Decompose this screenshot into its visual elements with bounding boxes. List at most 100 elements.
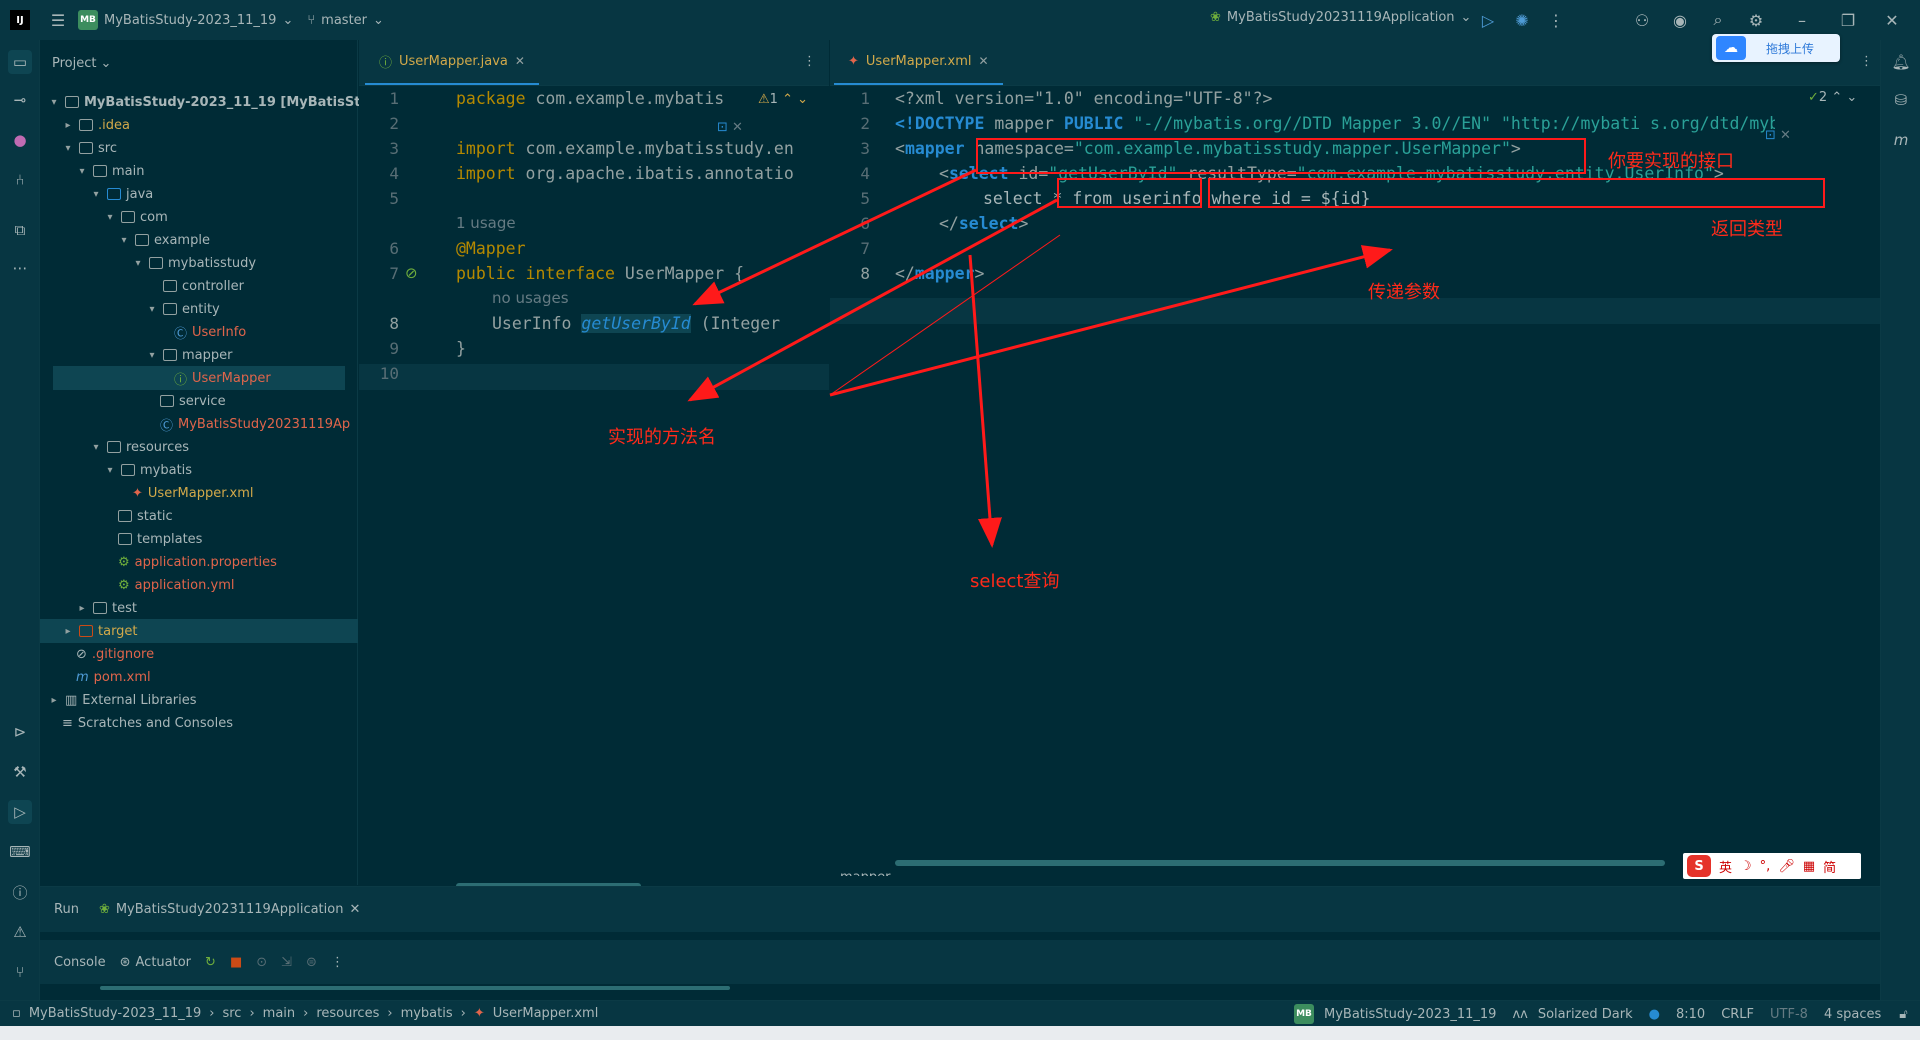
- tree-row[interactable]: controller: [146, 274, 244, 298]
- warning-icon[interactable]: ⚠1 ⌃ ⌄: [758, 92, 808, 107]
- status-indent[interactable]: 4 spaces: [1824, 1007, 1881, 1022]
- moon-icon[interactable]: ☽: [1740, 859, 1752, 874]
- build-icon[interactable]: ⚒: [8, 760, 32, 784]
- tree-row[interactable]: ▾ entity: [146, 297, 219, 321]
- add-user-icon[interactable]: ⚇: [1628, 6, 1656, 34]
- ime-toolbar[interactable]: S 英 ☽ °, 🎤︎ ▦ 简: [1683, 853, 1861, 879]
- tree-row[interactable]: ▾ mybatisstudy: [132, 251, 256, 275]
- breadcrumb-item[interactable]: resources: [316, 1006, 379, 1021]
- breadcrumb-item[interactable]: mybatis: [401, 1006, 453, 1021]
- tree-row[interactable]: templates: [118, 527, 202, 551]
- tree-row[interactable]: ▸ test: [76, 596, 136, 620]
- stop-icon[interactable]: ■: [230, 955, 242, 970]
- tree-row[interactable]: ▾ mapper: [146, 343, 232, 367]
- run-config-selector[interactable]: ❀ MyBatisStudy20231119Application ⌄: [1210, 10, 1471, 25]
- search-icon[interactable]: ⌕: [1704, 6, 1732, 34]
- punctuation-icon[interactable]: °,: [1760, 859, 1771, 874]
- tree-row[interactable]: ▾ MyBatisStudy-2023_11_19 [MyBatisStudy]…: [48, 90, 408, 114]
- database-icon[interactable]: ⛁: [1889, 88, 1913, 112]
- tree-row[interactable]: ⚙ application.yml: [118, 573, 234, 597]
- tree-row[interactable]: ▸ target: [40, 619, 358, 643]
- warning-icon[interactable]: ⚠: [8, 920, 32, 944]
- tree-row[interactable]: m pom.xml: [76, 665, 151, 689]
- tree-row[interactable]: ✦ UserMapper.xml: [132, 481, 253, 505]
- minimize-icon[interactable]: –: [1788, 6, 1816, 34]
- tree-row[interactable]: ▾ com: [104, 205, 167, 229]
- java-editor[interactable]: 1 2 3 4 5 6 7 8 9 10 ⊘ package com.examp…: [359, 86, 829, 886]
- plugin-icon[interactable]: ●: [8, 128, 32, 152]
- tree-row[interactable]: ▾ resources: [90, 435, 189, 459]
- tree-row[interactable]: ▾ java: [90, 182, 153, 206]
- tree-row[interactable]: ▸ ▥ External Libraries: [48, 688, 196, 712]
- project-switcher[interactable]: MB MyBatisStudy-2023_11_19 ⌄: [78, 10, 293, 30]
- console-scrollbar[interactable]: [100, 986, 730, 990]
- more-tools-icon[interactable]: ⋯: [8, 256, 32, 280]
- tree-row[interactable]: Ⓒ UserInfo: [174, 320, 246, 344]
- pull-requests-icon[interactable]: ⑃: [8, 168, 32, 192]
- upload-widget[interactable]: ☁ 拖拽上传: [1712, 34, 1840, 62]
- restore-icon[interactable]: ❐: [1834, 6, 1862, 34]
- hamburger-menu-icon[interactable]: ☰: [44, 6, 72, 34]
- usage-inlay[interactable]: 1 usage: [456, 214, 516, 232]
- status-position[interactable]: 8:10: [1676, 1007, 1705, 1022]
- check-icon[interactable]: ✓2 ⌃ ⌄: [1808, 90, 1857, 105]
- filter-icon[interactable]: ⊜: [306, 955, 317, 970]
- breadcrumb-item[interactable]: MyBatisStudy-2023_11_19: [29, 1006, 201, 1021]
- tab-usermapper-java[interactable]: ⓘ UserMapper.java ✕: [365, 39, 539, 85]
- more-tabs-icon[interactable]: ⋮: [803, 54, 816, 69]
- tab-usermapper-xml[interactable]: ✦ UserMapper.xml ✕: [834, 39, 1003, 85]
- microphone-icon[interactable]: 🎤︎: [1778, 859, 1795, 874]
- commit-icon[interactable]: ⊸: [8, 88, 32, 112]
- close-tab-icon[interactable]: ✕: [978, 54, 988, 68]
- console-tab[interactable]: Console: [54, 955, 106, 970]
- debug-icon[interactable]: ✺: [1508, 6, 1536, 34]
- status-dot-icon[interactable]: ●: [1649, 1007, 1660, 1022]
- tree-row[interactable]: ▾ src: [62, 136, 117, 160]
- gear-icon[interactable]: ⚙: [1742, 6, 1770, 34]
- tree-row[interactable]: ≡ Scratches and Consoles: [62, 711, 233, 735]
- tree-row[interactable]: static: [118, 504, 173, 528]
- status-line-sep[interactable]: CRLF: [1721, 1007, 1754, 1022]
- more-tabs-icon[interactable]: ⋮: [1860, 54, 1873, 69]
- screenshot-icon[interactable]: ⊙: [256, 955, 267, 970]
- status-project[interactable]: MyBatisStudy-2023_11_19: [1324, 1007, 1496, 1022]
- lock-icon[interactable]: 🔓︎: [1899, 1007, 1907, 1022]
- intellij-logo[interactable]: IJ: [10, 10, 30, 30]
- terminal-icon[interactable]: ⌨: [8, 840, 32, 864]
- tree-row[interactable]: ▾ main: [76, 159, 144, 183]
- notifications-icon[interactable]: 🔔︎: [1889, 50, 1913, 74]
- usage-inlay[interactable]: no usages: [492, 289, 569, 307]
- horizontal-scrollbar[interactable]: [895, 860, 1665, 866]
- run-app-tab[interactable]: ❀ MyBatisStudy20231119Application ✕: [99, 902, 360, 917]
- git-icon[interactable]: ⑂: [8, 960, 32, 984]
- mybatis-icon[interactable]: m: [1889, 128, 1913, 152]
- run-icon[interactable]: ▷: [1474, 6, 1502, 34]
- tree-row-selected[interactable]: ⓘ UserMapper: [53, 366, 345, 390]
- ime-lang[interactable]: 英: [1719, 857, 1732, 876]
- more-icon[interactable]: ⋮: [331, 955, 344, 970]
- breadcrumb-item[interactable]: src: [222, 1006, 241, 1021]
- record-icon[interactable]: ◉: [1666, 6, 1694, 34]
- rerun-icon[interactable]: ↻: [205, 955, 216, 970]
- status-theme[interactable]: Solarized Dark: [1538, 1007, 1633, 1022]
- problems-icon[interactable]: ⓘ: [8, 880, 32, 904]
- breadcrumb[interactable]: mapper: [840, 870, 890, 876]
- status-encoding[interactable]: UTF-8: [1770, 1007, 1808, 1022]
- export-icon[interactable]: ⇲: [281, 955, 292, 970]
- ime-simp[interactable]: 简: [1823, 857, 1836, 876]
- run-panel-icon[interactable]: ▷: [8, 800, 32, 824]
- breadcrumb-item[interactable]: UserMapper.xml: [493, 1006, 599, 1021]
- services-icon[interactable]: ⊳: [8, 720, 32, 744]
- project-folder-icon[interactable]: ▭: [8, 50, 32, 74]
- breadcrumb-item[interactable]: main: [263, 1006, 295, 1021]
- structure-icon[interactable]: ⧉: [8, 218, 32, 242]
- close-icon[interactable]: ✕: [1878, 6, 1906, 34]
- keyboard-icon[interactable]: ▦: [1803, 859, 1815, 874]
- tree-row[interactable]: ⊘ .gitignore: [76, 642, 154, 666]
- close-tab-icon[interactable]: ✕: [515, 54, 525, 68]
- actuator-tab[interactable]: ⊛ Actuator: [120, 955, 191, 970]
- tree-row[interactable]: ⚙ application.properties: [118, 550, 277, 574]
- tree-row[interactable]: Ⓒ MyBatisStudy20231119Ap: [160, 412, 350, 436]
- close-tab-icon[interactable]: ✕: [349, 902, 360, 917]
- mybatis-gutter-icon[interactable]: ⊘: [405, 264, 418, 282]
